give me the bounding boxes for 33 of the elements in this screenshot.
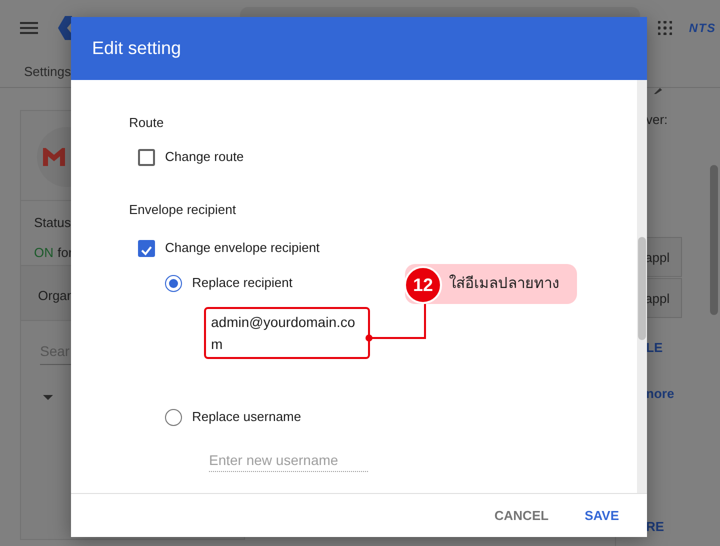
radio-label: Replace recipient [192, 274, 292, 292]
scrollbar[interactable] [637, 80, 647, 493]
label-text: ver: [646, 112, 669, 127]
hexagon-logo-icon [58, 16, 72, 40]
username-field[interactable]: Enter new username [209, 449, 368, 472]
checkbox[interactable] [138, 148, 155, 166]
radio-button[interactable] [165, 408, 182, 426]
section-heading: Route [129, 114, 165, 132]
radio-button[interactable] [165, 274, 182, 292]
radio-label: Replace username [192, 408, 302, 426]
link-text[interactable]: RE [646, 519, 720, 534]
status-value: ON [34, 244, 54, 262]
menu-icon[interactable] [20, 22, 38, 34]
leader-line [365, 302, 427, 342]
breadcrumb-text: Settings [24, 62, 71, 81]
dialog-title: Edit setting [92, 37, 182, 60]
pencil-icon[interactable] [654, 88, 662, 94]
link-text[interactable]: nore [646, 386, 720, 401]
checkbox-label: Change envelope recipient [165, 239, 320, 258]
email-field[interactable]: admin@yourdomain.com [204, 307, 370, 359]
cancel-button[interactable]: CANCEL [488, 502, 555, 530]
link-text[interactable]: LE [646, 340, 720, 355]
mail-logo-icon [43, 148, 65, 166]
caret-icon[interactable] [43, 395, 53, 400]
status-suffix: for [58, 244, 73, 262]
save-button[interactable]: SAVE [578, 502, 625, 530]
checkbox-label: Change route [165, 148, 244, 166]
status-label: Status [34, 214, 71, 232]
apps-grid-icon[interactable] [658, 21, 672, 35]
checkbox[interactable] [138, 240, 155, 256]
scrollbar[interactable] [710, 165, 718, 315]
organization-logo: NTS [689, 20, 716, 37]
section-heading: Envelope recipient [129, 201, 237, 219]
